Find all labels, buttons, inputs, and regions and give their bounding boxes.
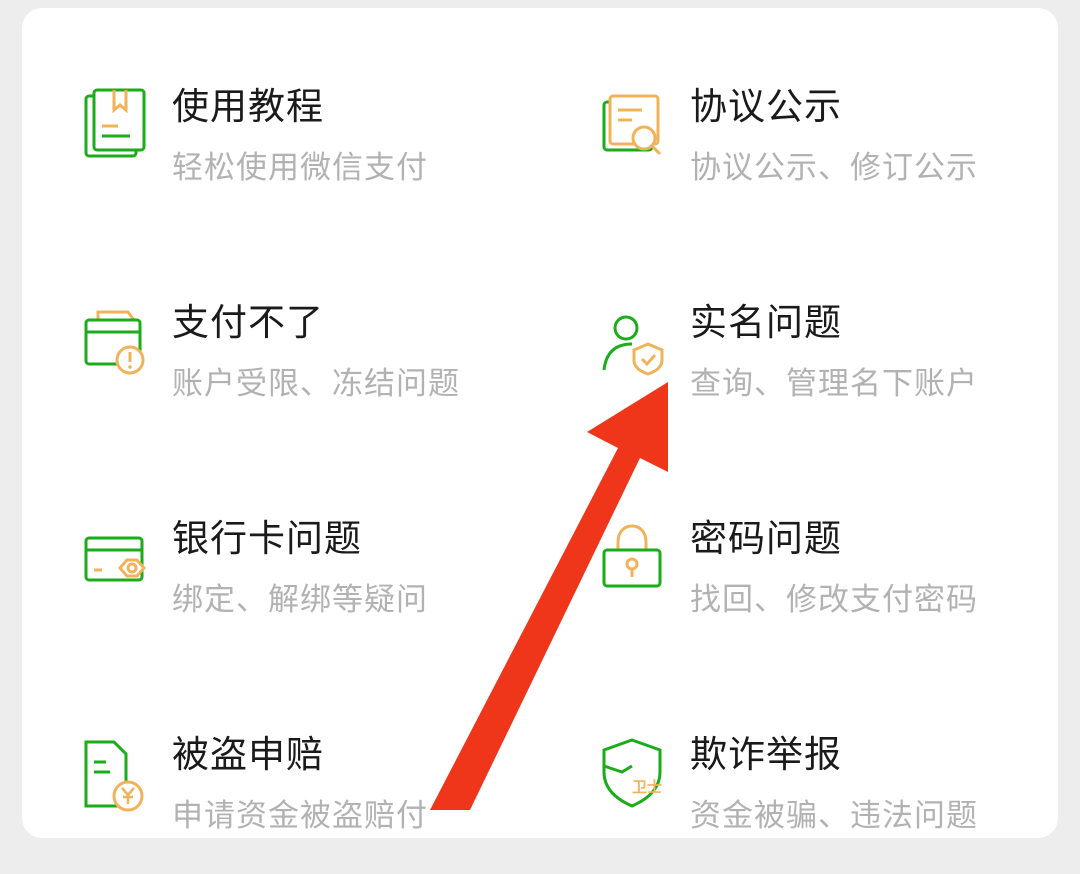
menu-item-title: 银行卡问题: [172, 517, 362, 560]
menu-item-title: 密码问题: [690, 517, 842, 560]
lock-icon: [602, 524, 662, 588]
menu-item-subtitle: 协议公示、修订公示: [690, 150, 978, 186]
guard-shield-icon: 卫士: [602, 738, 662, 808]
bank-card-icon: [84, 536, 146, 582]
menu-item-subtitle: 账户受限、冻结问题: [172, 366, 460, 402]
menu-item-payment-failed[interactable]: 支付不了 账户受限、冻结问题: [46, 292, 506, 442]
svg-text:卫士: 卫士: [632, 778, 662, 796]
menu-item-fraud-report[interactable]: 卫士 欺诈举报 资金被骗、违法问题: [564, 724, 1024, 874]
menu-item-theft-claim[interactable]: 被盗申赔 申请资金被盗赔付: [46, 724, 506, 874]
menu-item-password[interactable]: 密码问题 找回、修改支付密码: [564, 508, 1024, 658]
user-shield-icon: [602, 315, 664, 376]
menu-item-title: 被盗申赔: [172, 733, 324, 776]
menu-item-subtitle: 资金被骗、违法问题: [690, 798, 978, 834]
menu-item-title: 协议公示: [690, 85, 842, 128]
book-icon: [84, 88, 146, 158]
menu-item-tutorial[interactable]: 使用教程 轻松使用微信支付: [46, 76, 506, 226]
menu-item-title: 实名问题: [690, 301, 842, 344]
help-card: 使用教程 轻松使用微信支付 协议公示 协议公示、修订公示 支付不了 账户受限、冻…: [22, 8, 1058, 838]
document-search-icon: [602, 94, 662, 156]
menu-item-title: 使用教程: [172, 85, 324, 128]
menu-item-bank-card[interactable]: 银行卡问题 绑定、解绑等疑问: [46, 508, 506, 658]
menu-item-subtitle: 申请资金被盗赔付: [172, 798, 428, 834]
menu-item-subtitle: 查询、管理名下账户: [690, 366, 978, 402]
claim-document-icon: [84, 740, 144, 812]
menu-item-title: 支付不了: [172, 301, 324, 344]
menu-item-title: 欺诈举报: [690, 733, 842, 776]
menu-item-agreements[interactable]: 协议公示 协议公示、修订公示: [564, 76, 1024, 226]
menu-item-subtitle: 轻松使用微信支付: [172, 150, 428, 186]
menu-item-subtitle: 找回、修改支付密码: [690, 582, 978, 618]
menu-item-subtitle: 绑定、解绑等疑问: [172, 582, 428, 618]
wallet-alert-icon: [84, 310, 145, 375]
menu-item-real-name[interactable]: 实名问题 查询、管理名下账户: [564, 292, 1024, 442]
